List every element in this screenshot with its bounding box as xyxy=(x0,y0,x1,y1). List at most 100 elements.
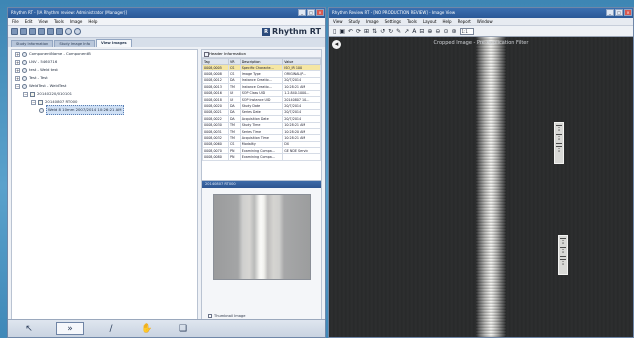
table-cell xyxy=(282,153,321,161)
tab-view-images[interactable]: View Images xyxy=(96,39,132,47)
viewer-menu-tools[interactable]: Tools xyxy=(407,18,417,25)
table-row[interactable]: 0008,0080 PN Examining Compa... xyxy=(202,153,321,161)
viewer-window-title: Rhythm Review RT - [NO PRODUCTION REVIEW… xyxy=(332,10,456,15)
flip-icon[interactable]: ⇅ xyxy=(372,28,377,35)
open-icon[interactable]: ▯ xyxy=(333,28,336,35)
weld-seam xyxy=(476,37,506,337)
image-overlay-text: Cropped Image - Pre-Application Filter xyxy=(433,40,529,46)
new-icon[interactable] xyxy=(11,28,18,35)
viewer-title-bar[interactable]: Rhythm Review RT - [NO PRODUCTION REVIEW… xyxy=(329,8,633,18)
zoom-level-field[interactable]: 1:1 xyxy=(459,27,474,35)
menu-tools[interactable]: Tools xyxy=(54,18,64,25)
tree-node-label: Weld 8 10mm 2007/2014 10:26:21 AM xyxy=(46,105,124,115)
viewer-menu-view[interactable]: View xyxy=(333,18,343,25)
thumbnail-image[interactable] xyxy=(213,194,311,280)
viewer-maximize-button[interactable]: □ xyxy=(615,9,623,16)
tree-node[interactable]: + ComponentName - ComponentB xyxy=(12,50,197,58)
viewer-menu-help[interactable]: Help xyxy=(442,18,451,25)
refresh-icon[interactable] xyxy=(65,28,72,35)
study-browser-window: Rhythm RT - [IA Rhythm review: Administr… xyxy=(7,7,326,338)
pointer-icon[interactable]: ↖ xyxy=(20,322,38,335)
menu-file[interactable]: File xyxy=(12,18,19,25)
table-cell: PN xyxy=(227,153,241,161)
expand-toggle-icon[interactable]: + xyxy=(15,51,20,57)
save-icon[interactable] xyxy=(29,28,36,35)
menu-help[interactable]: Help xyxy=(88,18,97,25)
menu-image[interactable]: Image xyxy=(70,18,83,25)
viewer-menu-report[interactable]: Report xyxy=(458,18,471,25)
viewer-menu-bar: View Study Image Settings Tools Layout Help Rep… xyxy=(329,18,633,26)
image-viewer-window: Rhythm Review RT - [NO PRODUCTION REVIEW… xyxy=(328,7,634,338)
table-cell: 0008,0080 xyxy=(202,153,229,161)
iqi-marker-top: ΞΞΞ xyxy=(554,122,564,164)
rotate-right-icon[interactable]: ↻ xyxy=(388,28,393,35)
measure-icon[interactable]: ∕ xyxy=(102,322,120,335)
brand-logo: R Rhythm RT xyxy=(262,27,321,36)
expand-toggle-icon[interactable]: − xyxy=(15,83,20,89)
text-icon[interactable]: A xyxy=(412,28,416,35)
tree-node[interactable]: + test - Weld test xyxy=(12,66,197,74)
trash-icon[interactable]: ❑ xyxy=(174,322,192,335)
hand-icon[interactable]: ✋ xyxy=(138,322,156,335)
thumbnail-checkbox-label: Thumbnail Image xyxy=(214,314,246,318)
annotate-icon[interactable]: ✎ xyxy=(396,28,401,35)
save-icon[interactable]: ▣ xyxy=(339,28,345,35)
tab-study-image-info[interactable]: Study Image Info xyxy=(54,40,96,47)
tree-node[interactable]: + LNV - 5460716 xyxy=(12,58,197,66)
zoom-out-icon[interactable]: ⊖ xyxy=(435,28,440,35)
close-button[interactable]: × xyxy=(316,9,324,16)
component-icon xyxy=(22,75,27,81)
tree-node[interactable]: + Test - Test xyxy=(12,74,197,82)
viewer-menu-image[interactable]: Image xyxy=(366,18,379,25)
expand-toggle-icon[interactable]: + xyxy=(15,75,20,81)
tab-study-information[interactable]: Study Information xyxy=(11,40,54,47)
settings-icon[interactable] xyxy=(74,28,81,35)
tree-node[interactable]: − WeldTest - WeldTest xyxy=(12,82,197,90)
undo-icon[interactable]: ↶ xyxy=(348,28,353,35)
tree-node[interactable]: − 20140220/010101 xyxy=(12,90,197,98)
component-icon xyxy=(22,51,27,57)
expand-toggle-icon[interactable]: + xyxy=(15,59,20,65)
menu-view[interactable]: View xyxy=(38,18,48,25)
viewer-menu-settings[interactable]: Settings xyxy=(385,18,401,25)
fit-icon[interactable]: ⊞ xyxy=(364,28,369,35)
tree-node-label: Test - Test xyxy=(29,75,48,80)
maximize-button[interactable]: □ xyxy=(307,9,315,16)
rotate-left-icon[interactable]: ↺ xyxy=(380,28,385,35)
study-tree: + ComponentName - ComponentB + LNV - 546071… xyxy=(11,49,198,321)
thumbnail-checkbox-row: Thumbnail Image xyxy=(208,314,245,318)
radiograph-image[interactable]: Cropped Image - Pre-Application Filter ◂… xyxy=(329,37,633,337)
navigate-icon[interactable]: ◂ xyxy=(332,40,341,49)
zoom-fit-icon[interactable]: ⊙ xyxy=(443,28,448,35)
expand-toggle-icon[interactable]: − xyxy=(31,99,36,105)
tree-node[interactable]: Weld 8 10mm 2007/2014 10:26:21 AM xyxy=(12,105,197,115)
tree-node-label: test - Weld test xyxy=(29,67,58,72)
ruler-icon[interactable]: ⊟ xyxy=(419,28,424,35)
open-icon[interactable] xyxy=(20,28,27,35)
arrow-icon[interactable]: ↗ xyxy=(404,28,409,35)
zoom-in-icon[interactable]: ⊕ xyxy=(427,28,432,35)
menu-edit[interactable]: Edit xyxy=(25,18,33,25)
window-title: Rhythm RT - [IA Rhythm review: Administr… xyxy=(11,10,127,15)
viewer-menu-layout[interactable]: Layout xyxy=(423,18,437,25)
window-level-icon[interactable]: » xyxy=(56,322,84,335)
viewer-menu-study[interactable]: Study xyxy=(349,18,361,25)
expand-toggle-icon[interactable]: + xyxy=(15,67,20,73)
thumbnail-checkbox[interactable] xyxy=(208,314,212,318)
zoom-actual-icon[interactable]: ⊛ xyxy=(451,28,456,35)
image-icon xyxy=(39,107,44,113)
import-icon[interactable] xyxy=(47,28,54,35)
viewer-menu-window[interactable]: Window xyxy=(477,18,493,25)
export-icon[interactable] xyxy=(56,28,63,35)
refresh-icon[interactable]: ⟳ xyxy=(356,28,361,35)
expand-toggle-icon[interactable]: − xyxy=(23,91,28,97)
title-bar[interactable]: Rhythm RT - [IA Rhythm review: Administr… xyxy=(8,8,325,18)
minimize-button[interactable]: _ xyxy=(298,9,306,16)
menu-bar: File Edit View Tools Image Help xyxy=(8,18,325,26)
print-icon[interactable] xyxy=(38,28,45,35)
tab-strip: Study Information Study Image Info View … xyxy=(8,38,325,47)
viewer-minimize-button[interactable]: _ xyxy=(606,9,614,16)
viewer-close-button[interactable]: × xyxy=(624,9,632,16)
component-icon xyxy=(22,59,27,65)
header-panel-title: Header Information xyxy=(202,50,321,58)
